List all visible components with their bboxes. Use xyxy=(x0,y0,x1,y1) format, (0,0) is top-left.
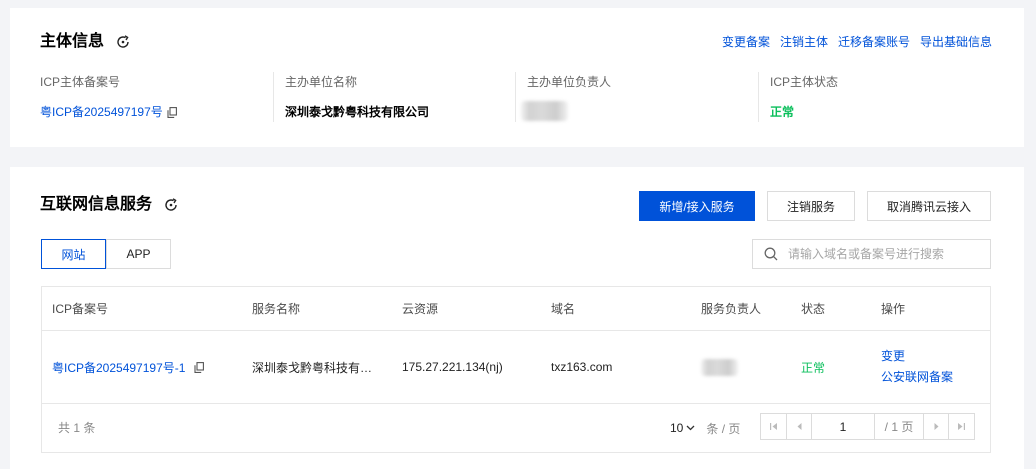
search-icon xyxy=(764,247,778,261)
field-label: ICP主体状态 xyxy=(770,75,839,89)
table-header-cell: 服务名称 xyxy=(252,302,301,316)
field-divider xyxy=(758,72,759,122)
page-size-unit: 条 / 页 xyxy=(706,421,741,436)
table-header-cell: 域名 xyxy=(551,302,576,316)
cell-service-name: 深圳泰戈黔粤科技有… xyxy=(252,360,373,375)
services-header: 互联网信息服务 xyxy=(40,196,178,214)
subject-info-header: 主体信息 xyxy=(40,33,130,51)
copy-icon[interactable] xyxy=(194,361,205,373)
organizer-name-value: 深圳泰戈黔粤科技有限公司 xyxy=(285,105,430,119)
service-type-tabs: 网站 APP xyxy=(41,239,171,269)
field-label: 主办单位名称 xyxy=(285,75,358,89)
refresh-icon[interactable] xyxy=(164,198,178,212)
table-footer: 共 1 条 10 条 / 页 1 / 1 页 xyxy=(42,404,990,452)
tab-label: APP xyxy=(126,247,151,261)
tab-label: 网站 xyxy=(61,247,86,262)
cell-cloud-resource: 175.27.221.134(nj) xyxy=(402,360,503,374)
redacted-value xyxy=(521,101,568,121)
cell-domain: txz163.com xyxy=(551,360,613,374)
page-size-select[interactable]: 10 xyxy=(670,421,695,435)
change-service-link[interactable]: 变更 xyxy=(881,346,905,367)
field-value: 粤ICP备2025497197号 xyxy=(40,104,177,120)
next-page-button[interactable] xyxy=(923,414,948,439)
pagination: / 1 页 xyxy=(760,413,975,440)
cell-actions: 变更 公安联网备案 xyxy=(871,331,990,403)
services-title: 互联网信息服务 xyxy=(40,196,153,213)
internet-services-card: 互联网信息服务 新增/接入服务 注销服务 取消腾讯云接入 网站 APP ICP备… xyxy=(10,167,1024,469)
deregister-service-button[interactable]: 注销服务 xyxy=(767,191,855,221)
icp-subject-number-link[interactable]: 粤ICP备2025497197号 xyxy=(40,104,163,120)
prev-page-icon xyxy=(797,423,801,430)
search-input[interactable] xyxy=(788,247,988,261)
export-info-link[interactable]: 导出基础信息 xyxy=(920,34,992,50)
table-header-cell: 状态 xyxy=(801,302,826,316)
page-number-input[interactable] xyxy=(813,419,873,434)
table-header-cell: 服务负责人 xyxy=(701,302,762,316)
migrate-account-link[interactable]: 迁移备案账号 xyxy=(838,34,910,50)
field-label: 主办单位负责人 xyxy=(527,75,612,89)
services-table: ICP备案号 服务名称 云资源 域名 服务负责人 状态 操作 粤ICP备2025… xyxy=(41,286,991,453)
page-input-wrap xyxy=(811,414,874,439)
cancel-cloud-access-button[interactable]: 取消腾讯云接入 xyxy=(867,191,991,221)
status-badge: 正常 xyxy=(770,105,795,119)
field-divider xyxy=(515,72,516,122)
change-filing-link[interactable]: 变更备案 xyxy=(722,34,770,50)
subject-info-title: 主体信息 xyxy=(40,33,105,50)
refresh-icon[interactable] xyxy=(116,35,130,49)
total-count: 共 1 条 xyxy=(58,421,96,435)
chevron-down-icon xyxy=(686,425,695,431)
search-box[interactable] xyxy=(752,239,991,269)
tab-app[interactable]: APP xyxy=(106,239,171,269)
table-header-cell: 云资源 xyxy=(402,302,439,316)
page-size-control: 10 条 / 页 xyxy=(670,404,740,452)
first-page-button[interactable] xyxy=(761,414,786,439)
table-header-cell: ICP备案号 xyxy=(52,302,109,316)
cancel-subject-link[interactable]: 注销主体 xyxy=(780,34,828,50)
field-label: ICP主体备案号 xyxy=(40,75,121,89)
cell-icp-number: 粤ICP备2025497197号-1 xyxy=(42,331,242,403)
tab-website[interactable]: 网站 xyxy=(41,239,106,269)
cell-service-owner xyxy=(691,331,791,403)
table-header: ICP备案号 服务名称 云资源 域名 服务负责人 状态 操作 xyxy=(42,287,990,331)
copy-icon[interactable] xyxy=(167,106,177,118)
cell-status: 正常 xyxy=(801,360,826,375)
next-page-icon xyxy=(934,423,938,430)
redacted-value xyxy=(701,358,738,376)
field-divider xyxy=(273,72,274,122)
table-row: 粤ICP备2025497197号-1 深圳泰戈黔粤科技有… 175.27.221… xyxy=(42,331,990,404)
table-header-cell: 操作 xyxy=(881,302,906,316)
add-service-button[interactable]: 新增/接入服务 xyxy=(639,191,755,221)
total-pages: / 1 页 xyxy=(874,414,923,439)
subject-actions: 变更备案 注销主体 迁移备案账号 导出基础信息 xyxy=(722,34,992,50)
subject-info-card: 主体信息 变更备案 注销主体 迁移备案账号 导出基础信息 ICP主体备案号 粤I… xyxy=(10,8,1024,147)
last-page-button[interactable] xyxy=(948,414,974,439)
last-page-icon xyxy=(958,423,965,430)
police-filing-link[interactable]: 公安联网备案 xyxy=(881,367,953,388)
icp-number-link[interactable]: 粤ICP备2025497197号-1 xyxy=(52,359,185,376)
page-size-value: 10 xyxy=(670,421,684,435)
first-page-icon xyxy=(770,423,777,430)
prev-page-button[interactable] xyxy=(786,414,811,439)
